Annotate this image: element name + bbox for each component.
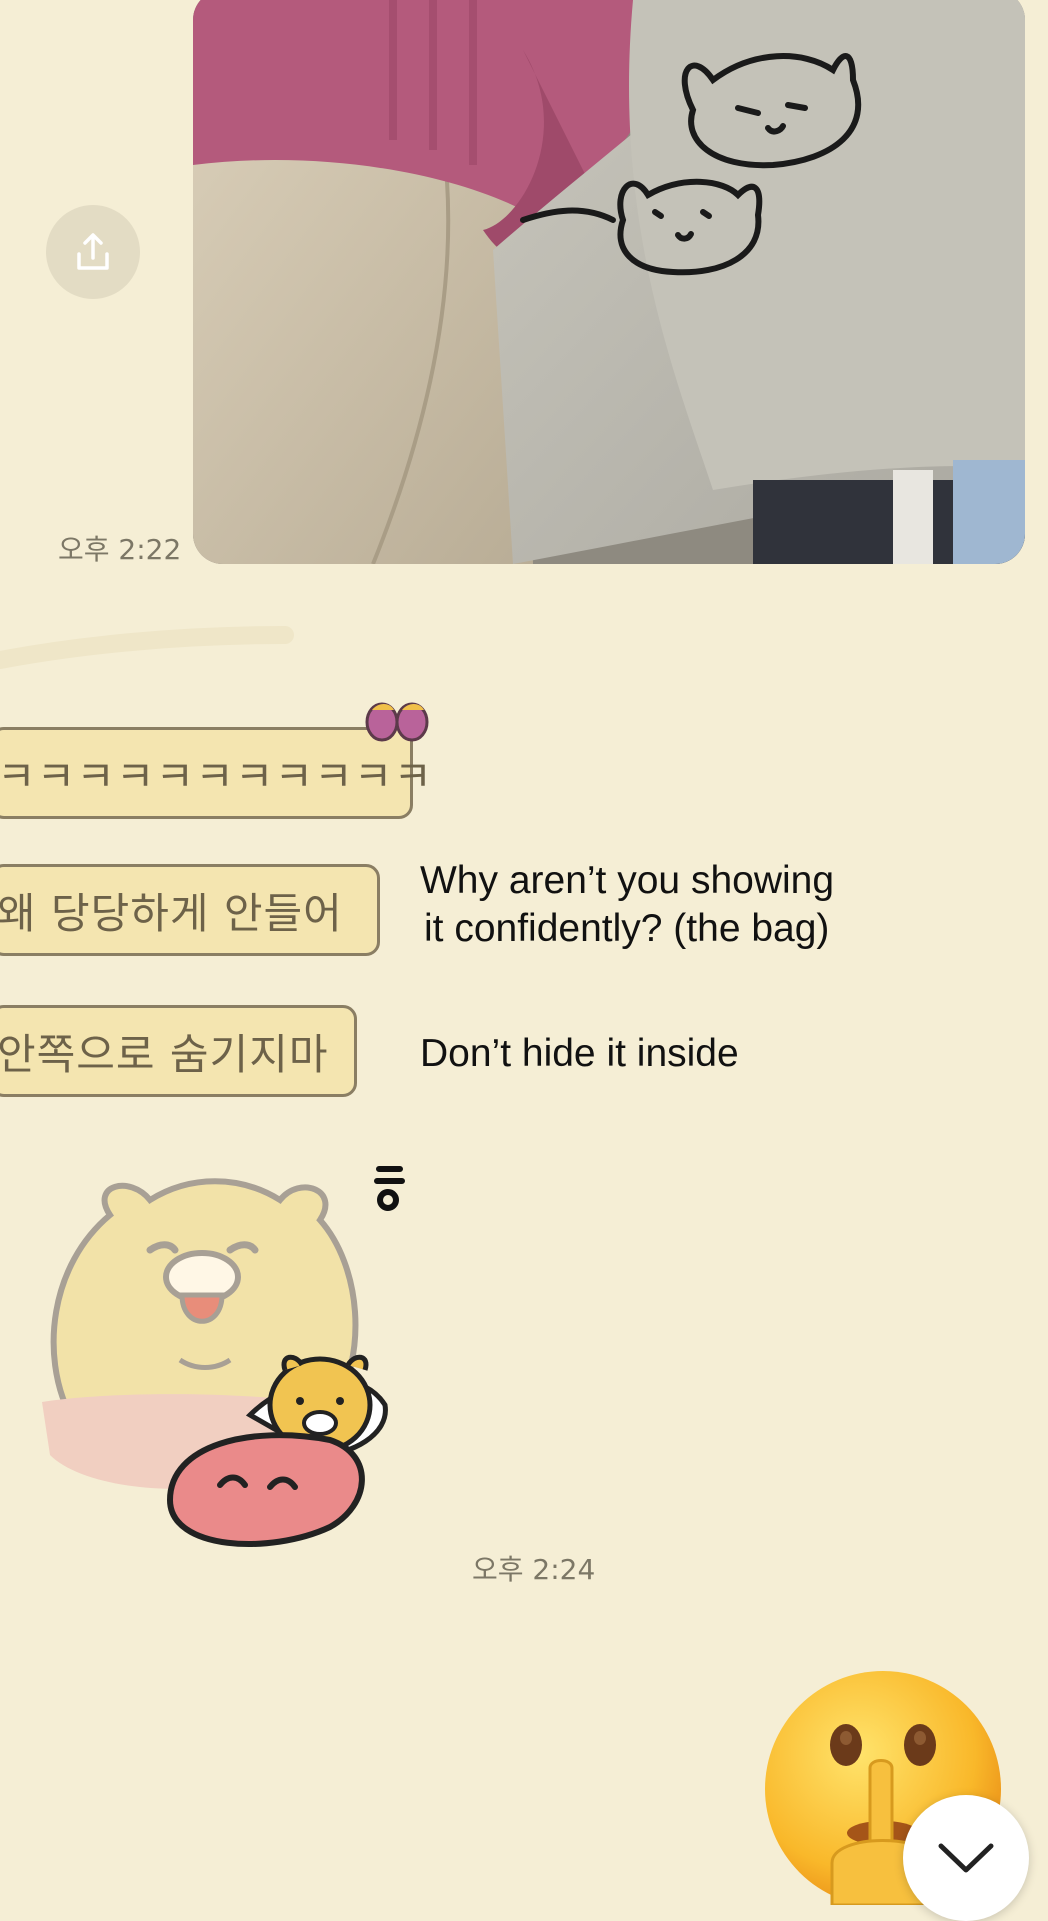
translation-line: Why aren’t you showing: [420, 859, 835, 902]
chat-bubble[interactable]: 왜 당당하게 안들어: [0, 864, 380, 956]
message-timestamp: 오후 2:24: [472, 1553, 596, 1586]
share-button[interactable]: [46, 205, 140, 299]
message-text: 안쪽으로 숨기지마: [0, 1029, 329, 1079]
shared-photo[interactable]: [193, 0, 1025, 564]
chat-bubble[interactable]: 안쪽으로 숨기지마: [0, 1005, 357, 1097]
message-text: 왜 당당하게 안들어: [0, 888, 343, 938]
chat-bubble[interactable]: ㅋㅋㅋㅋㅋㅋㅋㅋㅋㅋㅋ: [0, 727, 432, 819]
chevron-down-icon: [938, 1843, 994, 1873]
share-icon: [77, 233, 109, 270]
sweet-potato-icon: [365, 702, 429, 742]
photo-image: [193, 0, 1025, 564]
sleeping-bear-sticker: [42, 1166, 405, 1547]
message-text: ㅋㅋㅋㅋㅋㅋㅋㅋㅋㅋㅋ: [0, 751, 434, 801]
translation-note: Don’t hide it inside: [420, 1032, 739, 1075]
translation-note: Why aren’t you showing it confidently? (…: [420, 857, 834, 953]
scroll-to-bottom-button[interactable]: [903, 1795, 1029, 1921]
brush-stroke-decoration: [0, 626, 294, 669]
translation-line: it confidently? (the bag): [424, 907, 830, 950]
message-timestamp: 오후 2:22: [58, 533, 182, 566]
